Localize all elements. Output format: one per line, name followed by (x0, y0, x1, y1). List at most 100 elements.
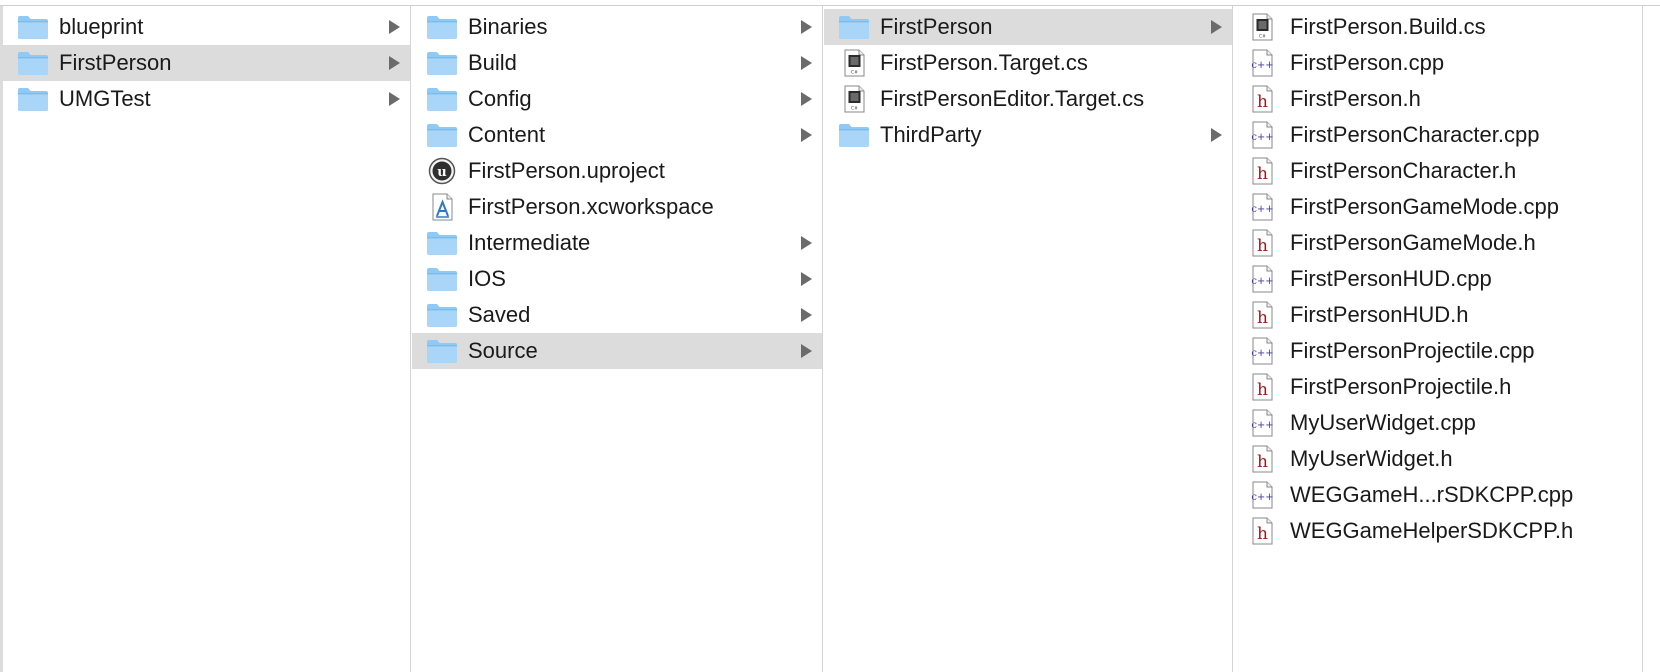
folder-icon (426, 13, 458, 41)
item-name: FirstPersonCharacter.h (1290, 158, 1517, 183)
disclosure-arrow-icon[interactable] (801, 92, 812, 106)
folder-row[interactable]: UMGTest (3, 81, 410, 117)
disclosure-arrow-icon[interactable] (801, 56, 812, 70)
item-name: MyUserWidget.h (1290, 446, 1453, 471)
header-file-icon: h (1246, 373, 1278, 401)
unreal-project-icon: u (426, 157, 458, 185)
item-name: FirstPersonCharacter.cpp (1290, 122, 1540, 147)
folder-icon (426, 121, 458, 149)
csharp-file-icon: C# (838, 49, 870, 77)
folder-row[interactable]: Config (412, 81, 822, 117)
svg-text:C#: C# (851, 106, 858, 112)
item-name: FirstPerson.h (1290, 86, 1421, 111)
folder-row[interactable]: Content (412, 117, 822, 153)
disclosure-arrow-icon[interactable] (801, 344, 812, 358)
disclosure-arrow-icon[interactable] (389, 92, 400, 106)
folder-row[interactable]: FirstPerson (3, 45, 410, 81)
svg-text:h: h (1257, 164, 1268, 184)
file-row[interactable]: c++ WEGGameH...rSDKCPP.cpp (1234, 477, 1642, 513)
disclosure-arrow-icon[interactable] (801, 272, 812, 286)
folder-icon (426, 337, 458, 365)
svg-text:c++: c++ (1251, 276, 1273, 287)
item-name: FirstPersonEditor.Target.cs (880, 86, 1145, 111)
file-row[interactable]: c++ FirstPersonHUD.cpp (1234, 261, 1642, 297)
file-row[interactable]: c++ FirstPersonGameMode.cpp (1234, 189, 1642, 225)
file-row[interactable]: h FirstPersonGameMode.h (1234, 225, 1642, 261)
file-row[interactable]: h WEGGameHelperSDKCPP.h (1234, 513, 1642, 549)
folder-row[interactable]: Source (412, 333, 822, 369)
disclosure-arrow-icon[interactable] (1211, 128, 1222, 142)
svg-text:c++: c++ (1251, 348, 1273, 359)
folder-icon (426, 301, 458, 329)
folder-row[interactable]: ThirdParty (824, 117, 1232, 153)
item-name: Build (468, 50, 517, 75)
folder-icon (426, 265, 458, 293)
column-2[interactable]: Binaries Build Config Content u FirstPer… (412, 6, 823, 672)
item-name: FirstPerson (880, 14, 993, 39)
cpp-file-icon: c++ (1246, 193, 1278, 221)
file-row[interactable]: h FirstPersonHUD.h (1234, 297, 1642, 333)
item-name: Saved (468, 302, 531, 327)
file-row[interactable]: c++ FirstPersonProjectile.cpp (1234, 333, 1642, 369)
item-name: Binaries (468, 14, 548, 39)
folder-row[interactable]: Build (412, 45, 822, 81)
folder-row[interactable]: Saved (412, 297, 822, 333)
disclosure-arrow-icon[interactable] (801, 20, 812, 34)
item-name: Config (468, 86, 532, 111)
folder-row[interactable]: blueprint (3, 9, 410, 45)
file-row[interactable]: u FirstPerson.uproject (412, 153, 822, 189)
svg-text:h: h (1257, 452, 1268, 472)
folder-icon (426, 229, 458, 257)
folder-row[interactable]: FirstPerson (824, 9, 1232, 45)
svg-text:c++: c++ (1251, 132, 1273, 143)
folder-row[interactable]: IOS (412, 261, 822, 297)
xcode-workspace-icon (426, 193, 458, 221)
item-name: FirstPerson.uproject (468, 158, 665, 183)
csharp-file-icon: C# (838, 85, 870, 113)
svg-text:C#: C# (1259, 34, 1266, 40)
disclosure-arrow-icon[interactable] (801, 236, 812, 250)
file-row[interactable]: h MyUserWidget.h (1234, 441, 1642, 477)
item-name: FirstPerson.xcworkspace (468, 194, 714, 219)
folder-icon (426, 49, 458, 77)
cpp-file-icon: c++ (1246, 481, 1278, 509)
file-row[interactable]: h FirstPersonProjectile.h (1234, 369, 1642, 405)
file-row[interactable]: C# FirstPerson.Target.cs (824, 45, 1232, 81)
item-name: FirstPerson (59, 50, 172, 75)
item-name: WEGGameH...rSDKCPP.cpp (1290, 482, 1574, 507)
svg-text:c++: c++ (1251, 420, 1273, 431)
item-name: FirstPersonGameMode.h (1290, 230, 1536, 255)
disclosure-arrow-icon[interactable] (1211, 20, 1222, 34)
file-row[interactable]: FirstPerson.xcworkspace (412, 189, 822, 225)
svg-text:h: h (1257, 236, 1268, 256)
file-row[interactable]: C# FirstPersonEditor.Target.cs (824, 81, 1232, 117)
item-name: IOS (468, 266, 506, 291)
item-name: WEGGameHelperSDKCPP.h (1290, 518, 1574, 543)
item-name: Content (468, 122, 546, 147)
file-row[interactable]: h FirstPersonCharacter.h (1234, 153, 1642, 189)
cpp-file-icon: c++ (1246, 409, 1278, 437)
column-1[interactable]: blueprint FirstPerson UMGTest (0, 6, 411, 672)
item-name: FirstPerson.Build.cs (1290, 14, 1486, 39)
cpp-file-icon: c++ (1246, 265, 1278, 293)
folder-row[interactable]: Binaries (412, 9, 822, 45)
disclosure-arrow-icon[interactable] (389, 56, 400, 70)
column-4[interactable]: C# FirstPerson.Build.cs c++ FirstPerson.… (1234, 6, 1643, 672)
disclosure-arrow-icon[interactable] (801, 308, 812, 322)
cpp-file-icon: c++ (1246, 337, 1278, 365)
column-gutter (1644, 6, 1660, 672)
svg-text:h: h (1257, 524, 1268, 544)
folder-icon (17, 85, 49, 113)
svg-text:c++: c++ (1251, 492, 1273, 503)
file-row[interactable]: c++ FirstPersonCharacter.cpp (1234, 117, 1642, 153)
disclosure-arrow-icon[interactable] (801, 128, 812, 142)
file-row[interactable]: c++ MyUserWidget.cpp (1234, 405, 1642, 441)
header-file-icon: h (1246, 157, 1278, 185)
column-3[interactable]: FirstPerson C# FirstPerson.Target.cs C# … (824, 6, 1233, 672)
disclosure-arrow-icon[interactable] (389, 20, 400, 34)
folder-row[interactable]: Intermediate (412, 225, 822, 261)
file-row[interactable]: h FirstPerson.h (1234, 81, 1642, 117)
file-row[interactable]: C# FirstPerson.Build.cs (1234, 9, 1642, 45)
item-name: ThirdParty (880, 122, 982, 147)
file-row[interactable]: c++ FirstPerson.cpp (1234, 45, 1642, 81)
